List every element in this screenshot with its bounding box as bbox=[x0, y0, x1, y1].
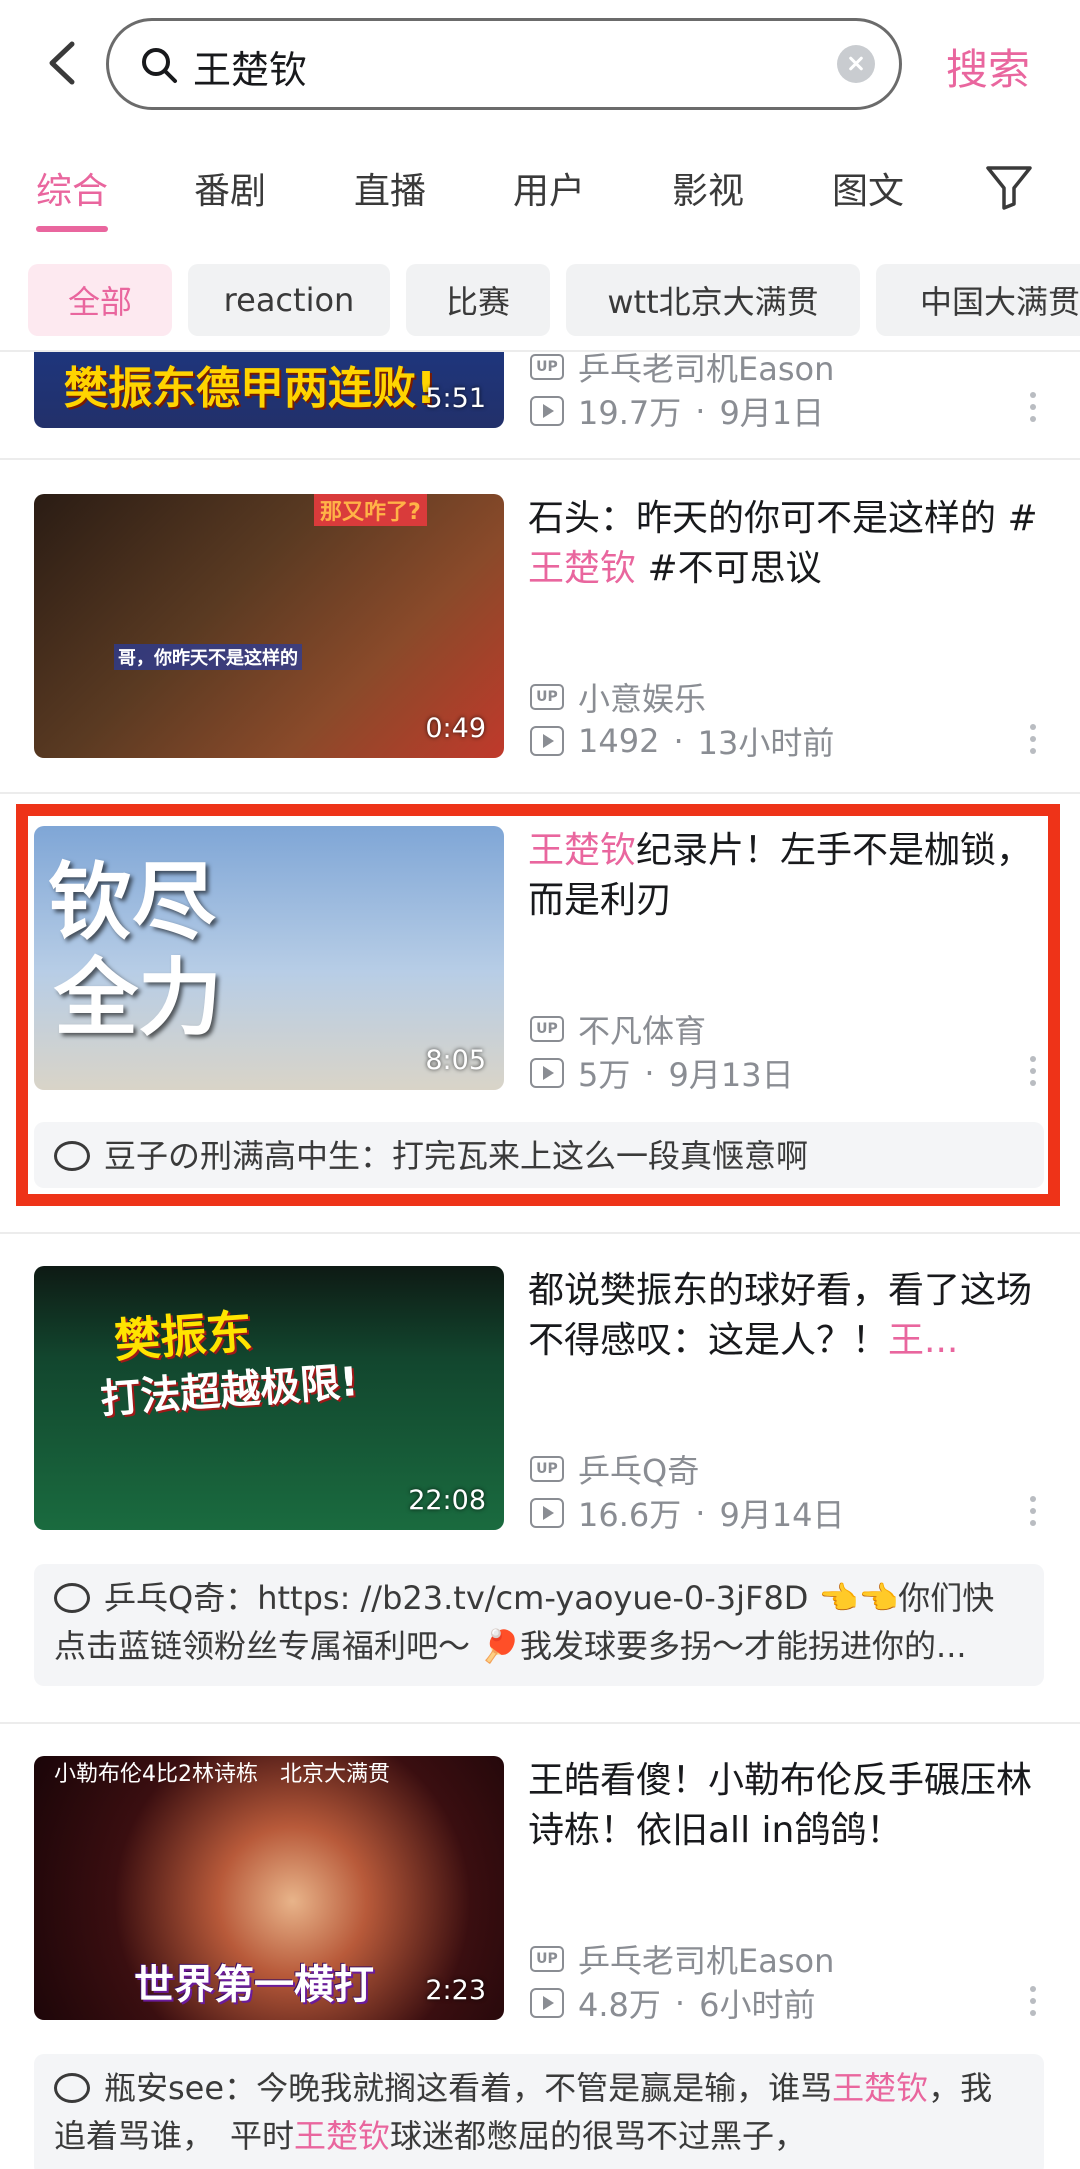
stats-row: 19.7万 · 9月1日 bbox=[530, 388, 824, 434]
keyword-highlight: 王楚钦 bbox=[832, 2069, 929, 2107]
thumbnail-caption: 那又咋了? bbox=[314, 494, 427, 526]
uploader-row: UP 乒乓Q奇 bbox=[530, 1446, 699, 1492]
thumbnail-caption: 樊振东德甲两连败! bbox=[64, 363, 437, 414]
highlight-box bbox=[16, 804, 1060, 1206]
view-count: 4.8万 bbox=[578, 1986, 661, 2024]
thumbnail-caption-bottom: 世界第一横打 bbox=[134, 1962, 374, 2008]
chip-reaction[interactable]: reaction bbox=[188, 264, 390, 336]
back-arrow-icon[interactable] bbox=[40, 38, 84, 88]
video-title[interactable]: 王皓看傻！小勒布伦反手碾压林诗栋！依旧all in鸽鸽！ bbox=[528, 1756, 1048, 1856]
publish-date: 9月1日 bbox=[719, 394, 825, 432]
search-input[interactable]: 王楚钦 bbox=[106, 18, 902, 110]
video-duration: 2:23 bbox=[425, 1975, 486, 2006]
more-options-icon[interactable] bbox=[1030, 1986, 1038, 2020]
play-count-icon bbox=[530, 396, 564, 426]
chip-china-grand-smash[interactable]: 中国大满贯 bbox=[876, 264, 1080, 336]
publish-date: 6小时前 bbox=[699, 1986, 816, 2024]
uploader-row: UP 乒乓老司机Eason bbox=[530, 1936, 834, 1982]
video-thumbnail[interactable]: 樊振东德甲两连败! 5:51 bbox=[34, 352, 504, 428]
chip-wtt-beijing[interactable]: wtt北京大满贯 bbox=[566, 264, 860, 336]
comment-user: 乒乓Q奇 bbox=[104, 1579, 226, 1617]
tab-bangumi[interactable]: 番剧 bbox=[194, 162, 266, 214]
result-tabs: 综合 番剧 直播 用户 影视 图文 bbox=[0, 150, 1080, 240]
result-feed: 樊振东德甲两连败! 5:51 UP 乒乓老司机Eason 19.7万 · 9月1… bbox=[0, 352, 1080, 2169]
video-thumbnail[interactable]: 樊振东 打法超越极限! 22:08 bbox=[34, 1266, 504, 1530]
search-header: 王楚钦 搜索 bbox=[0, 0, 1080, 130]
thumbnail-subtitle: 哥，你昨天不是这样的 bbox=[114, 644, 302, 670]
tab-users[interactable]: 用户 bbox=[513, 162, 585, 214]
search-icon bbox=[142, 48, 177, 83]
play-count-icon bbox=[530, 1498, 564, 1528]
video-thumbnail[interactable]: 小勒布伦4比2林诗栋 北京大满贯 世界第一横打 2:23 bbox=[34, 1756, 504, 2020]
clear-icon[interactable] bbox=[837, 45, 875, 83]
search-button[interactable]: 搜索 bbox=[946, 36, 1030, 97]
comment-icon bbox=[54, 2073, 90, 2103]
uploader-name: 乒乓老司机Eason bbox=[578, 352, 835, 388]
chip-all[interactable]: 全部 bbox=[28, 264, 172, 336]
thumbnail-caption: 小勒布伦4比2林诗栋 北京大满贯 bbox=[54, 1762, 390, 1787]
top-comment[interactable]: 乒乓Q奇：https: //b23.tv/cm-yaoyue-0-3jF8D 👈… bbox=[34, 1564, 1044, 1686]
stats-row: 16.6万 · 9月14日 bbox=[530, 1490, 845, 1536]
up-icon: UP bbox=[530, 1456, 564, 1482]
keyword-highlight: 王楚钦 bbox=[528, 548, 637, 589]
comment-icon bbox=[54, 1583, 90, 1613]
keyword-highlight: 王... bbox=[888, 1320, 959, 1361]
tab-all[interactable]: 综合 bbox=[36, 162, 108, 214]
video-title[interactable]: 都说樊振东的球好看，看了这场不得感叹：这是人？！王... bbox=[528, 1266, 1048, 1366]
uploader-name: 乒乓老司机Eason bbox=[578, 1942, 835, 1980]
search-query: 王楚钦 bbox=[193, 48, 308, 92]
up-icon: UP bbox=[530, 1946, 564, 1972]
play-count-icon bbox=[530, 726, 564, 756]
play-count-icon bbox=[530, 1988, 564, 2018]
more-options-icon[interactable] bbox=[1030, 1496, 1038, 1530]
uploader-row: UP 小意娱乐 bbox=[530, 674, 706, 720]
video-duration: 0:49 bbox=[425, 713, 486, 744]
video-title[interactable]: 石头：昨天的你可不是这样的 #王楚钦 #不可思议 bbox=[528, 494, 1048, 594]
active-tab-indicator bbox=[36, 226, 108, 232]
uploader-name: 小意娱乐 bbox=[578, 680, 707, 718]
keyword-highlight: 王楚钦 bbox=[294, 2117, 391, 2155]
view-count: 1492 bbox=[578, 722, 660, 760]
tab-live[interactable]: 直播 bbox=[354, 162, 426, 214]
up-icon: UP bbox=[530, 354, 564, 380]
publish-date: 13小时前 bbox=[697, 724, 835, 762]
filter-icon[interactable] bbox=[984, 164, 1034, 210]
view-count: 16.6万 bbox=[578, 1496, 682, 1534]
uploader-row: UP 乒乓老司机Eason bbox=[530, 352, 834, 390]
stats-row: 1492 · 13小时前 bbox=[530, 718, 834, 764]
top-comment[interactable]: 瓶安see：今晚我就搁这看着，不管是赢是输，谁骂王楚钦，我追着骂谁， 平时王楚钦… bbox=[34, 2054, 1044, 2169]
tab-articles[interactable]: 图文 bbox=[832, 162, 904, 214]
video-thumbnail[interactable]: 那又咋了? 哥，你昨天不是这样的 0:49 bbox=[34, 494, 504, 758]
video-duration: 5:51 bbox=[425, 383, 486, 414]
comment-user: 瓶安see bbox=[104, 2069, 225, 2107]
more-options-icon[interactable] bbox=[1030, 724, 1038, 758]
video-duration: 22:08 bbox=[408, 1485, 486, 1516]
publish-date: 9月14日 bbox=[719, 1496, 845, 1534]
chip-match[interactable]: 比赛 bbox=[406, 264, 550, 336]
tab-film[interactable]: 影视 bbox=[672, 162, 744, 214]
up-icon: UP bbox=[530, 684, 564, 710]
more-options-icon[interactable] bbox=[1030, 392, 1038, 426]
view-count: 19.7万 bbox=[578, 394, 682, 432]
stats-row: 4.8万 · 6小时前 bbox=[530, 1980, 815, 2026]
uploader-name: 乒乓Q奇 bbox=[578, 1452, 700, 1490]
filter-chips: 全部 reaction 比赛 wtt北京大满贯 中国大满贯 bbox=[0, 264, 1080, 340]
